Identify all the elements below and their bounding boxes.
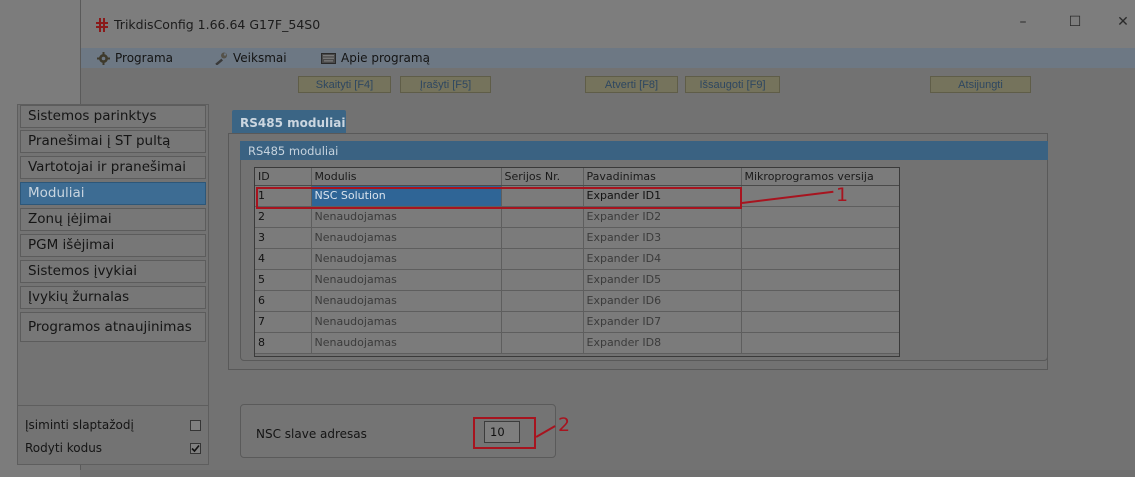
menu-apie-label: Apie programą: [341, 51, 430, 65]
sidebar-item-zonu-iejimai[interactable]: Zonų įėjimai: [20, 208, 206, 231]
sidebar-options: Įsiminti slaptažodį Rodyti kodus: [17, 405, 209, 465]
show-codes-row: Rodyti kodus: [25, 441, 201, 455]
remember-password-row: Įsiminti slaptažodį: [25, 418, 201, 432]
gear-icon: [97, 51, 110, 65]
remember-password-label: Įsiminti slaptažodį: [25, 418, 134, 432]
menu-veiksmai-label: Veiksmai: [233, 51, 287, 65]
sidebar-item-vartotojai[interactable]: Vartotojai ir pranešimai: [20, 156, 206, 179]
callout-number-2: 2: [558, 414, 571, 436]
show-codes-checkbox[interactable]: [190, 442, 201, 454]
sidebar-nav: Sistemos parinktys Pranešimai į ST pultą…: [17, 104, 209, 428]
tab-rs485-moduliai[interactable]: RS485 moduliai: [232, 110, 346, 134]
sidebar-item-pgm-isejimai[interactable]: PGM išėjimai: [20, 234, 206, 257]
minimize-button[interactable]: –: [1013, 14, 1033, 30]
menu-bar: Programa Veiksmai Apie programą: [81, 48, 1135, 68]
open-button[interactable]: Atverti [F8]: [585, 76, 678, 93]
disconnect-button[interactable]: Atsijungti: [930, 76, 1031, 93]
sidebar-item-pranesimai[interactable]: Pranešimai į ST pultą: [20, 130, 206, 153]
keyboard-icon: [321, 52, 336, 64]
callout-number-1: 1: [836, 184, 849, 206]
menu-programa[interactable]: Programa: [97, 50, 173, 66]
read-button[interactable]: Skaityti [F4]: [298, 76, 391, 93]
save-button[interactable]: Išsaugoti [F9]: [685, 76, 780, 93]
checkmark-icon: [191, 444, 200, 452]
wrench-icon: [215, 52, 227, 65]
sidebar-item-programos-atnaujinimas[interactable]: Programos atnaujinimas: [20, 312, 206, 342]
write-button[interactable]: Įrašyti [F5]: [400, 76, 491, 93]
nsc-slave-address-label: NSC slave adresas: [256, 427, 367, 441]
app-logo-icon: [96, 18, 108, 32]
sidebar-item-sistemos-parinktys[interactable]: Sistemos parinktys: [20, 105, 206, 128]
window-title: TrikdisConfig 1.66.64 G17F_54S0: [114, 17, 321, 32]
menu-veiksmai[interactable]: Veiksmai: [214, 50, 287, 66]
sidebar-item-ivykiu-zurnalas[interactable]: Įvykių žurnalas: [20, 286, 206, 309]
close-button[interactable]: ✕: [1113, 14, 1133, 30]
maximize-button[interactable]: ☐: [1065, 14, 1085, 30]
sidebar-item-sistemos-ivykiai[interactable]: Sistemos įvykiai: [20, 260, 206, 283]
callout-box-input-2: [473, 417, 536, 449]
show-codes-label: Rodyti kodus: [25, 441, 103, 455]
menu-apie[interactable]: Apie programą: [321, 50, 430, 66]
remember-password-checkbox[interactable]: [190, 419, 201, 431]
group-header: RS485 moduliai: [240, 141, 1048, 160]
callout-box-row-1: [256, 187, 742, 209]
sidebar-item-moduliai[interactable]: Moduliai: [20, 182, 206, 205]
title-bar: TrikdisConfig 1.66.64 G17F_54S0 – ☐ ✕: [81, 0, 1135, 48]
menu-programa-label: Programa: [115, 51, 173, 65]
